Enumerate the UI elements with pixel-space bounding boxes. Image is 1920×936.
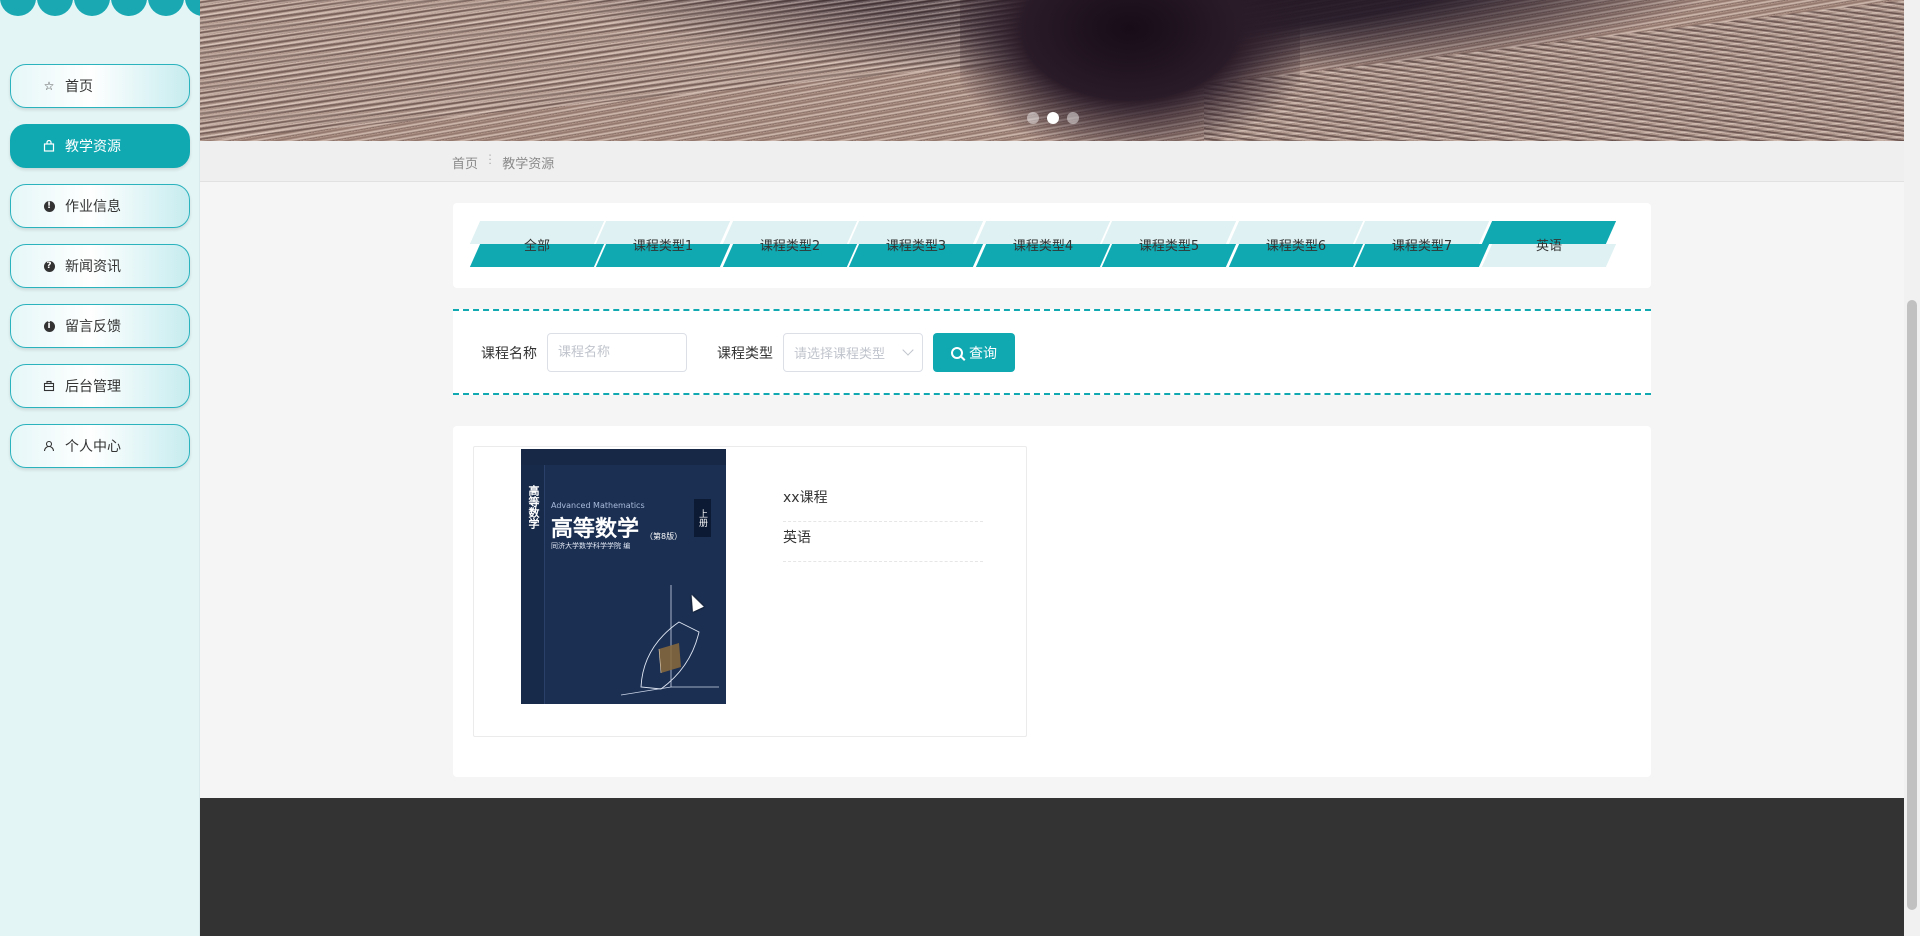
chevron-down-icon [902,344,914,356]
sidebar-item-homework-info[interactable]: ! 作业信息 [10,184,190,228]
search-button-label: 查询 [969,345,997,362]
category-type-5[interactable]: 课程类型5 [1101,221,1237,267]
sidebar-item-feedback[interactable]: i 留言反馈 [10,304,190,348]
breadcrumb-separator: ⵗ [488,153,493,168]
course-name: xx课程 [783,482,983,522]
sidebar-item-label: 新闻资讯 [65,259,121,275]
sidebar-item-label: 首页 [65,79,93,95]
category-type-1[interactable]: 课程类型1 [595,221,731,267]
cover-volume: 上册 [694,499,711,537]
exclamation-icon: ! [41,198,57,214]
sidebar-item-label: 留言反馈 [65,319,121,335]
category-label: 课程类型6 [1265,239,1327,254]
course-cover-image: 高等数学 Advanced Mathematics 高等数学 （第8版） 同济大… [521,449,726,704]
cover-3d-diagram-illustration [620,585,719,696]
category-label: 课程类型4 [1012,239,1074,254]
sidebar-item-news[interactable]: ? 新闻资讯 [10,244,190,288]
sidebar-item-label: 个人中心 [65,439,121,455]
course-type-select[interactable]: 请选择课程类型 [783,333,923,372]
category-type-4[interactable]: 课程类型4 [975,221,1111,267]
sidebar-nav: ☆ 首页 教学资源 ! 作业信息 ? 新闻资讯 i 留言反馈 后台管理 个人中心 [10,64,190,484]
category-type-3[interactable]: 课程类型3 [848,221,984,267]
carousel-dot-1[interactable] [1027,112,1039,124]
sidebar-item-teaching-resources[interactable]: 教学资源 [10,124,190,168]
info-icon: i [41,318,57,334]
cover-subtitle-en: Advanced Mathematics [551,501,645,510]
category-filter: 全部 课程类型1 课程类型2 课程类型3 课程类型4 课程类型5 课程类型6 课… [453,203,1651,288]
course-list: 高等数学 Advanced Mathematics 高等数学 （第8版） 同济大… [453,426,1651,777]
sidebar-item-admin[interactable]: 后台管理 [10,364,190,408]
cover-spine-title: 高等数学 [527,485,540,529]
sidebar-item-home[interactable]: ☆ 首页 [10,64,190,108]
sidebar-item-label: 作业信息 [65,199,121,215]
category-label: 全部 [523,239,550,254]
breadcrumb: 首页 ⵗ 教学资源 [452,153,554,172]
search-button[interactable]: 查询 [933,333,1015,372]
main-content: 首页 ⵗ 教学资源 全部 课程类型1 课程类型2 课程类型3 课程类型4 课程类… [200,0,1904,936]
cover-title: 高等数学 [551,516,640,542]
banner-image-book-pages-right [1204,0,1904,141]
banner-carousel[interactable] [200,0,1904,141]
category-label: 英语 [1535,239,1562,254]
banner-image-shadow [960,0,1300,141]
course-info: xx课程 英语 [783,482,983,562]
category-type-6[interactable]: 课程类型6 [1228,221,1364,267]
category-label: 课程类型3 [885,239,947,254]
sidebar-item-label: 教学资源 [65,139,121,155]
category-type-7[interactable]: 课程类型7 [1354,221,1490,267]
course-card[interactable]: 高等数学 Advanced Mathematics 高等数学 （第8版） 同济大… [473,446,1027,737]
sidebar-item-label: 后台管理 [65,379,121,395]
carousel-dot-3[interactable] [1067,112,1079,124]
category-english[interactable]: 英语 [1481,221,1617,267]
category-label: 课程类型5 [1138,239,1200,254]
breadcrumb-home[interactable]: 首页 [452,153,478,172]
breadcrumb-bar: 首页 ⵗ 教学资源 [200,141,1904,182]
course-type: 英语 [783,522,983,562]
briefcase-icon [41,378,57,394]
search-icon [951,346,963,359]
carousel-indicators [1027,112,1079,124]
category-label: 课程类型1 [632,239,694,254]
carousel-dot-2[interactable] [1047,112,1059,124]
course-type-label: 课程类型 [717,346,773,362]
category-label: 课程类型2 [759,239,821,254]
scrollbar-thumb[interactable] [1907,300,1917,910]
cover-edition: （第8版） [645,532,683,541]
footer [200,798,1904,936]
page-scrollbar[interactable] [1904,0,1920,936]
star-icon: ☆ [43,79,55,93]
banner-image-book-pages-left [200,0,1080,141]
user-icon [41,438,57,454]
question-icon: ? [41,258,57,274]
course-name-label: 课程名称 [481,346,537,362]
course-type-placeholder: 请选择课程类型 [794,347,886,362]
category-label: 课程类型7 [1391,239,1453,254]
sidebar: ☆ 首页 教学资源 ! 作业信息 ? 新闻资讯 i 留言反馈 后台管理 个人中心 [0,0,200,936]
cover-publisher: 同济大学数学科学学院 编 [551,542,631,550]
search-form: 课程名称 课程类型 请选择课程类型 查询 [453,309,1651,395]
course-name-input[interactable] [547,333,687,372]
breadcrumb-current: 教学资源 [502,157,555,172]
category-type-2[interactable]: 课程类型2 [722,221,858,267]
sidebar-scallop-decoration [0,0,200,18]
category-all[interactable]: 全部 [469,221,605,267]
sidebar-item-personal-center[interactable]: 个人中心 [10,424,190,468]
bag-icon [41,138,57,154]
